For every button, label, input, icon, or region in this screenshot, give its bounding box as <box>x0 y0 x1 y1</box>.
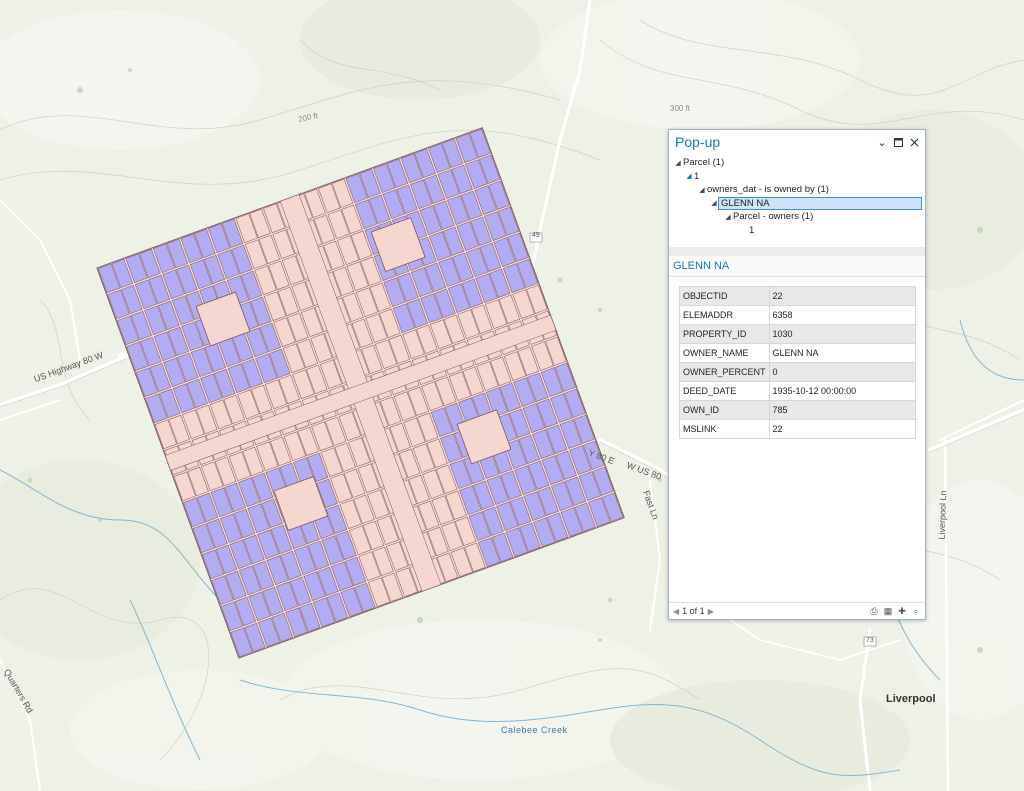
attribute-row: ELEMADDR 6358 <box>679 305 917 325</box>
tree-node-label: Parcel (1) <box>683 157 725 169</box>
expanded-caret-icon[interactable]: ◢ <box>709 199 719 207</box>
tree-node-parcel-1[interactable]: ◢ 1 <box>673 170 921 184</box>
export-icon[interactable]: ▦ <box>883 606 893 616</box>
close-icon[interactable] <box>909 137 919 147</box>
attribute-value: 1030 <box>768 324 917 344</box>
tree-node-owners-relationship[interactable]: ◢ owners_dat - is owned by (1) <box>673 183 921 197</box>
zoom-to-icon[interactable]: ✚ <box>897 606 907 616</box>
popup-splitter[interactable] <box>669 247 925 256</box>
tree-node-parcel[interactable]: ◢ Parcel (1) <box>673 156 921 170</box>
chevron-down-icon[interactable]: ⌄ <box>877 137 887 149</box>
road-label-liverpool-ln: Liverpool Ln <box>936 490 949 540</box>
tree-node-label: 1 <box>694 170 700 182</box>
place-label-liverpool: Liverpool <box>886 693 936 705</box>
attribute-row: PROPERTY_ID 1030 <box>679 324 917 344</box>
attribute-key: OWNER_NAME <box>679 343 770 363</box>
water-label-calebee-creek: Calebee Creek <box>501 725 568 735</box>
attribute-value: 22 <box>768 419 917 439</box>
attribute-row: MSLINK 22 <box>679 419 917 439</box>
next-arrow-icon[interactable]: ▶ <box>708 607 714 616</box>
popup-footer: ◀ 1 of 1 ▶ ⎙ ▦ ✚ ⌕ <box>669 602 925 619</box>
popup-title: Pop-up <box>675 134 721 150</box>
attribute-key: OWNER_PERCENT <box>679 362 770 382</box>
print-icon[interactable]: ⎙ <box>869 606 879 616</box>
expanded-caret-icon[interactable]: ◢ <box>697 186 707 194</box>
attribute-row: DEED_DATE 1935-10-12 00:00:00 <box>679 381 917 401</box>
flash-icon[interactable]: ⌕ <box>911 606 921 616</box>
tree-node-label: owners_dat - is owned by (1) <box>707 184 829 196</box>
pager-label: 1 of 1 <box>682 606 705 616</box>
attribute-key: ELEMADDR <box>679 305 770 325</box>
attribute-value: 22 <box>768 286 917 306</box>
popup-header: Pop-up ⌄ <box>669 130 925 154</box>
tree-node-parcel-owners[interactable]: ◢ Parcel - owners (1) <box>673 210 921 224</box>
maximize-icon[interactable] <box>893 137 903 147</box>
road-label-rt-73: 73 <box>866 637 874 644</box>
expanded-caret-icon[interactable]: ◢ <box>723 213 733 221</box>
attribute-key: MSLINK <box>679 419 770 439</box>
tree-node-glenn-na[interactable]: ◢ GLENN NA <box>673 196 922 211</box>
expanded-caret-icon[interactable]: ◢ <box>673 159 683 167</box>
expanded-caret-icon[interactable]: ◢ <box>684 172 694 180</box>
attribute-row: OBJECTID 22 <box>679 286 917 306</box>
attribute-key: OBJECTID <box>679 286 770 306</box>
tree-node-label: Parcel - owners (1) <box>733 211 814 223</box>
attribute-key: OWN_ID <box>679 400 770 420</box>
attribute-value: 785 <box>768 400 917 420</box>
attribute-value: 0 <box>768 362 917 382</box>
attribute-key: PROPERTY_ID <box>679 324 770 344</box>
pager: ◀ 1 of 1 ▶ <box>673 606 714 616</box>
attribute-row: OWNER_NAME GLENN NA <box>679 343 917 363</box>
tree-node-parcel-owners-1[interactable]: 1 <box>673 224 921 238</box>
feature-title: GLENN NA <box>669 256 925 277</box>
attribute-value: 1935-10-12 00:00:00 <box>768 381 917 401</box>
attribute-table: OBJECTID 22 ELEMADDR 6358 PROPERTY_ID 1030 OWN… <box>679 286 917 439</box>
attribute-row: OWN_ID 785 <box>679 400 917 420</box>
previous-arrow-icon[interactable]: ◀ <box>673 607 679 616</box>
attribute-key: DEED_DATE <box>679 381 770 401</box>
attribute-value: 6358 <box>768 305 917 325</box>
popup-pane[interactable]: Pop-up ⌄ ◢ Parcel (1) ◢ 1 ◢ owners_dat -… <box>668 129 926 620</box>
tree-node-label: GLENN NA <box>718 196 922 210</box>
popup-tree: ◢ Parcel (1) ◢ 1 ◢ owners_dat - is owned… <box>669 154 925 243</box>
contour-label-300: 300 ft <box>670 104 691 113</box>
tree-node-label: 1 <box>749 224 755 236</box>
attribute-row: OWNER_PERCENT 0 <box>679 362 917 382</box>
attribute-value: GLENN NA <box>768 343 917 363</box>
road-label-rt-49: 49 <box>532 232 540 239</box>
